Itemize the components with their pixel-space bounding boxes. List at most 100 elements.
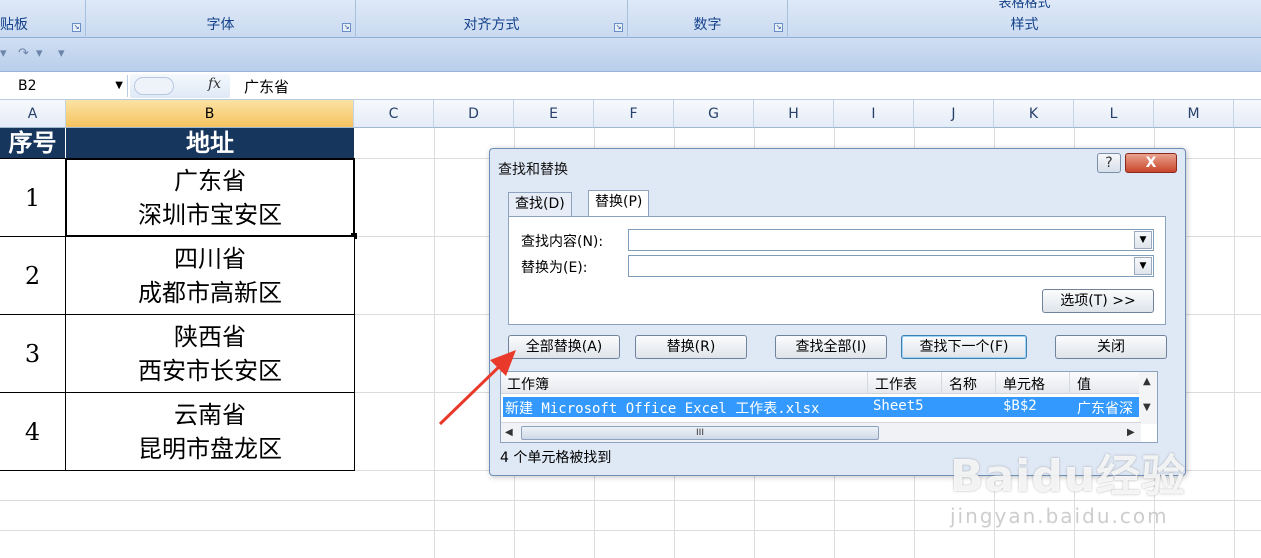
column-header-n[interactable]	[1234, 100, 1261, 128]
address-line-2: 成都市高新区	[138, 279, 282, 307]
column-divider	[941, 372, 942, 394]
find-all-button[interactable]: 查找全部(I)	[775, 335, 887, 359]
ribbon-group-number: 数字 ↘	[628, 0, 788, 38]
column-header-j[interactable]: J	[914, 100, 994, 128]
column-header-e[interactable]: E	[514, 100, 594, 128]
chevron-down-icon[interactable]: ▼	[1134, 257, 1152, 275]
dialog-launcher-icon[interactable]: ↘	[774, 23, 783, 32]
results-list[interactable]: 工作簿 工作表 名称 单元格 值 新建 Microsoft Office Exc…	[500, 371, 1158, 443]
gridline	[1234, 128, 1235, 558]
quick-access-toolbar: ▾ ↷ ▾ ▾	[0, 38, 1261, 72]
column-header-b[interactable]: B	[66, 100, 354, 128]
address-line-2: 昆明市盘龙区	[138, 435, 282, 463]
formula-input[interactable]: 广东省	[244, 76, 289, 97]
scroll-down-icon[interactable]: ▼	[1143, 402, 1151, 413]
column-header-f[interactable]: F	[594, 100, 674, 128]
column-header-a[interactable]: A	[0, 100, 66, 128]
undo-dropdown-icon[interactable]: ▾	[0, 46, 7, 61]
ribbon-group-font: 字体 ↘	[86, 0, 356, 38]
dialog-launcher-icon[interactable]: ↘	[72, 23, 81, 32]
horizontal-scrollbar[interactable]: ◀ III ▶	[501, 422, 1141, 442]
gridline	[434, 128, 435, 558]
chevron-down-icon[interactable]: ▼	[1134, 231, 1152, 249]
ribbon: 贴板 ↘ 字体 ↘ 对齐方式 ↘ 数字 ↘ 表格格式 样式	[0, 0, 1261, 38]
cell-address[interactable]: 云南省 昆明市盘龙区	[65, 392, 355, 471]
column-header-m[interactable]: M	[1154, 100, 1234, 128]
ribbon-group-label: 对齐方式	[463, 17, 520, 33]
column-divider	[1069, 372, 1070, 394]
close-icon[interactable]: X	[1125, 153, 1177, 173]
cell-index[interactable]: 3	[0, 314, 66, 393]
col-value[interactable]: 值	[1077, 374, 1091, 394]
table-format-label[interactable]: 表格格式	[788, 0, 1261, 11]
close-button[interactable]: 关闭	[1055, 335, 1167, 359]
cell-index[interactable]: 4	[0, 392, 66, 471]
help-icon[interactable]: ?	[1097, 153, 1121, 173]
watermark-url: jingyan.baidu.com	[950, 504, 1169, 528]
tab-replace[interactable]: 替换(P)	[588, 190, 650, 216]
formula-oval	[134, 77, 174, 95]
header-cell-index[interactable]: 序号	[0, 128, 66, 158]
replace-input[interactable]: ▼	[628, 255, 1154, 277]
name-box[interactable]: B2 ▼	[0, 75, 128, 97]
scroll-up-icon[interactable]: ▲	[1143, 376, 1151, 387]
cell-address[interactable]: 陕西省 西安市长安区	[65, 314, 355, 393]
chevron-down-icon[interactable]: ▼	[115, 75, 123, 97]
scroll-right-icon[interactable]: ▶	[1127, 427, 1135, 438]
insert-function-icon[interactable]: fx	[208, 76, 221, 92]
find-replace-dialog: 查找和替换 ? X 查找(D) 替换(P) 查找内容(N): ▼ 替换为(E):…	[489, 148, 1186, 476]
find-next-button[interactable]: 查找下一个(F)	[901, 335, 1027, 359]
tab-find[interactable]: 查找(D)	[508, 192, 572, 216]
formula-controls: fx	[130, 74, 230, 98]
col-name[interactable]: 名称	[949, 374, 977, 394]
redo-dropdown-icon[interactable]: ▾	[36, 46, 43, 61]
status-text: 4 个单元格被找到	[500, 450, 612, 466]
result-value: 广东省深	[1077, 401, 1133, 417]
result-sheet: Sheet5	[873, 398, 924, 414]
ribbon-group-label: 样式	[1010, 17, 1039, 33]
scroll-thumb[interactable]: III	[521, 426, 879, 440]
replace-label: 替换为(E):	[521, 260, 588, 276]
col-workbook[interactable]: 工作簿	[507, 374, 549, 394]
column-divider	[995, 372, 996, 394]
col-cell[interactable]: 单元格	[1003, 374, 1045, 394]
column-header-k[interactable]: K	[994, 100, 1074, 128]
result-row-selected[interactable]: 新建 Microsoft Office Excel 工作表.xlsx Sheet…	[503, 397, 1149, 417]
column-header-d[interactable]: D	[434, 100, 514, 128]
formula-bar: B2 ▼ fx 广东省	[0, 72, 1261, 100]
watermark: Baidu经验 jingyan.baidu.com	[950, 440, 1186, 528]
column-header-i[interactable]: I	[834, 100, 914, 128]
address-line-1: 广东省	[174, 167, 246, 195]
dialog-launcher-icon[interactable]: ↘	[614, 23, 623, 32]
dialog-launcher-icon[interactable]: ↘	[342, 23, 351, 32]
result-workbook: 新建 Microsoft Office Excel 工作表.xlsx	[505, 401, 820, 417]
ribbon-group-label: 字体	[206, 17, 235, 33]
customize-qat-icon[interactable]: ▾	[58, 46, 65, 61]
vertical-scrollbar[interactable]: ▲ ▼	[1139, 372, 1157, 424]
find-label: 查找内容(N):	[521, 234, 604, 250]
replace-all-button[interactable]: 全部替换(A)	[508, 335, 620, 359]
name-box-value: B2	[18, 78, 37, 94]
column-header-h[interactable]: H	[754, 100, 834, 128]
column-header-c[interactable]: C	[354, 100, 434, 128]
ribbon-group-alignment: 对齐方式 ↘	[356, 0, 628, 38]
header-cell-address[interactable]: 地址	[66, 128, 354, 158]
column-header-g[interactable]: G	[674, 100, 754, 128]
cell-index[interactable]: 1	[0, 158, 66, 237]
redo-icon[interactable]: ↷	[18, 46, 29, 61]
gridline	[0, 530, 1261, 531]
replace-button[interactable]: 替换(R)	[635, 335, 747, 359]
col-sheet[interactable]: 工作表	[875, 374, 917, 394]
cell-index[interactable]: 2	[0, 236, 66, 315]
scroll-left-icon[interactable]: ◀	[505, 427, 513, 438]
dialog-title: 查找和替换	[498, 162, 568, 178]
watermark-brand: Baidu经验	[950, 451, 1187, 502]
cell-address[interactable]: 四川省 成都市高新区	[65, 236, 355, 315]
result-cell: $B$2	[1003, 398, 1037, 414]
ribbon-group-styles: 表格格式 样式	[788, 0, 1261, 38]
find-input[interactable]: ▼	[628, 229, 1154, 251]
column-header-l[interactable]: L	[1074, 100, 1154, 128]
options-button[interactable]: 选项(T) >>	[1042, 289, 1154, 313]
cell-address[interactable]: 广东省 深圳市宝安区	[65, 158, 355, 237]
address-line-1: 云南省	[174, 401, 246, 429]
